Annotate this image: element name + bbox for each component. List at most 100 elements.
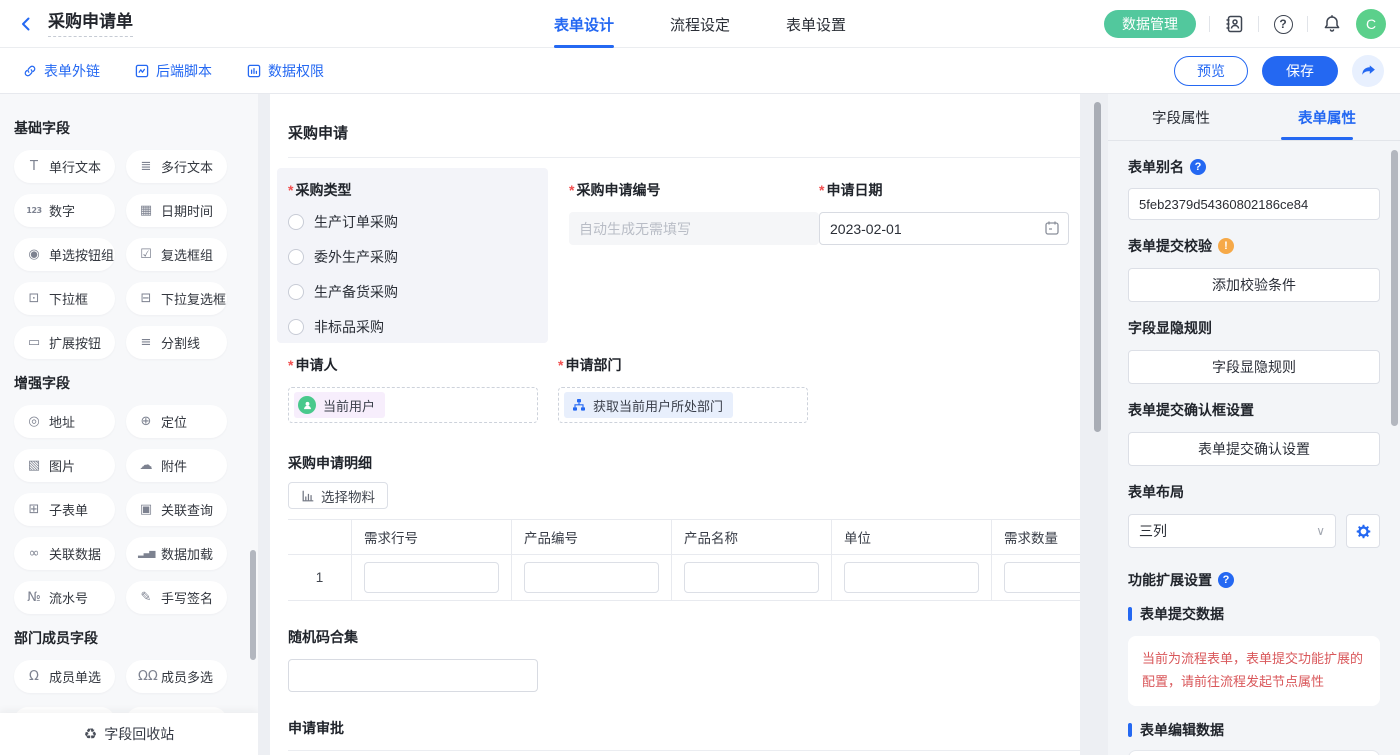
radio-option[interactable]: 生产订单采购: [288, 212, 537, 232]
column-header: 单位: [832, 520, 992, 554]
help-icon[interactable]: ?: [1272, 13, 1294, 35]
sidebar-item[interactable]: ≣多行文本: [126, 150, 227, 183]
table-cell: [832, 555, 992, 600]
preview-button[interactable]: 预览: [1174, 56, 1248, 86]
share-button[interactable]: [1352, 55, 1384, 87]
warning-badge-icon[interactable]: !: [1218, 238, 1234, 254]
field-random-code[interactable]: 随机码合集: [288, 627, 1080, 692]
sidebar-scrollbar[interactable]: [250, 550, 256, 660]
submit-data-subheader: 表单提交数据: [1128, 604, 1380, 624]
add-validation-button[interactable]: 添加校验条件: [1128, 268, 1380, 302]
cell-input[interactable]: [1004, 562, 1080, 593]
row-number-cell: 1: [288, 555, 352, 600]
sidebar-item-label: 数字: [49, 201, 75, 220]
field-department[interactable]: *申请部门 获取当前用户所处部门: [558, 355, 808, 423]
help-badge-icon[interactable]: ?: [1190, 159, 1206, 175]
sidebar-item[interactable]: ☑复选框组: [126, 238, 227, 271]
cell-input[interactable]: [364, 562, 499, 593]
sidebar-item[interactable]: T 单行文本: [14, 150, 115, 183]
backend-script-icon: [134, 63, 150, 79]
radio-circle-icon[interactable]: [288, 214, 304, 230]
cell-input[interactable]: [524, 562, 659, 593]
data-permission-button[interactable]: 数据权限: [246, 61, 324, 81]
field-purchase-type[interactable]: *采购类型 生产订单采购委外生产采购生产备货采购非标品采购: [277, 168, 548, 343]
cell-input[interactable]: [844, 562, 979, 593]
sidebar-item[interactable]: ☁附件: [126, 449, 227, 482]
form-design-canvas[interactable]: 采购申请 *采购类型 生产订单采购委外生产采购生产备货采购非标品采购 *采购申请…: [270, 94, 1080, 755]
cell-input[interactable]: [684, 562, 819, 593]
sidebar-item[interactable]: ◉单选按钮组: [14, 238, 115, 271]
title-edit-underline: [48, 36, 133, 37]
back-button[interactable]: [8, 6, 44, 42]
department-picker[interactable]: 获取当前用户所处部门: [558, 387, 808, 423]
field-pill-grid: ◎地址 ⊕定位 ▧图片 ☁附件 ⊞子表单 ▣关联查询 ∞关联数据 ▂▄▆数据加载 №流水号 ✎手写…: [14, 405, 244, 614]
user-avatar[interactable]: C: [1356, 9, 1386, 39]
sidebar-item[interactable]: ▧图片: [14, 449, 115, 482]
radio-circle-icon[interactable]: [288, 319, 304, 335]
address-book-icon[interactable]: [1223, 13, 1245, 35]
checkbox-group-icon: ☑: [138, 247, 154, 262]
sidebar-item[interactable]: ⊕定位: [126, 405, 227, 438]
canvas-scrollbar[interactable]: [1094, 102, 1101, 432]
visibility-rules-button[interactable]: 字段显隐规则: [1128, 350, 1380, 384]
sidebar-item[interactable]: ◎地址: [14, 405, 115, 438]
sidebar-item[interactable]: ▭扩展按钮: [14, 326, 115, 359]
radio-circle-icon[interactable]: [288, 284, 304, 300]
location-icon: ⊕: [138, 414, 154, 429]
tab-form-properties[interactable]: 表单属性: [1254, 94, 1400, 140]
field-applicant[interactable]: *申请人 当前用户: [288, 355, 538, 423]
single-line-text-icon: T: [26, 159, 42, 174]
calendar-icon[interactable]: [1044, 220, 1060, 236]
save-button[interactable]: 保存: [1262, 56, 1338, 86]
sidebar-group-title: 增强字段: [14, 373, 244, 393]
sidebar-item[interactable]: ΩΩ成员多选: [126, 660, 227, 693]
radio-circle-icon[interactable]: [288, 249, 304, 265]
random-code-input[interactable]: [288, 659, 538, 692]
field-request-no[interactable]: *采购申请编号: [548, 168, 818, 343]
select-material-button[interactable]: 选择物料: [288, 482, 388, 509]
form-alias-input[interactable]: [1128, 188, 1380, 220]
sidebar-item[interactable]: ∞关联数据: [14, 537, 115, 570]
data-permission-icon: [246, 63, 262, 79]
edit-data-subheader: 表单编辑数据: [1128, 720, 1380, 740]
sidebar-item[interactable]: ▂▄▆数据加载: [126, 537, 227, 570]
tab-form-design[interactable]: 表单设计: [554, 0, 614, 48]
form-external-link-button[interactable]: 表单外链: [22, 61, 100, 81]
tab-flow-setting[interactable]: 流程设定: [670, 0, 730, 48]
help-badge-icon[interactable]: ?: [1218, 572, 1234, 588]
sidebar-item[interactable]: 123数字: [14, 194, 115, 227]
radio-option[interactable]: 非标品采购: [288, 317, 537, 337]
radio-option[interactable]: 委外生产采购: [288, 247, 537, 267]
sidebar-item[interactable]: ⊡下拉框: [14, 282, 115, 315]
sidebar-item[interactable]: ▦日期时间: [126, 194, 227, 227]
request-date-input[interactable]: [819, 212, 1069, 245]
tab-form-setting[interactable]: 表单设置: [786, 0, 846, 48]
backend-script-button[interactable]: 后端脚本: [134, 61, 212, 81]
sidebar-item[interactable]: Ω成员单选: [14, 660, 115, 693]
sidebar-item[interactable]: №流水号: [14, 581, 115, 614]
detail-subtable: 需求行号产品编号产品名称单位需求数量1: [288, 519, 1080, 601]
separator: [1258, 16, 1259, 32]
layout-settings-button[interactable]: [1346, 514, 1380, 548]
tab-field-properties[interactable]: 字段属性: [1108, 94, 1254, 140]
sidebar-item[interactable]: ▣关联查询: [126, 493, 227, 526]
data-manage-button[interactable]: 数据管理: [1104, 10, 1196, 38]
field-recycle-bin-button[interactable]: ♻ 字段回收站: [0, 713, 258, 755]
sidebar-item[interactable]: ✎手写签名: [126, 581, 227, 614]
sidebar-item[interactable]: ≡分割线: [126, 326, 227, 359]
form-layout-select[interactable]: 三列 ∨: [1128, 514, 1336, 548]
request-no-input[interactable]: [569, 212, 819, 245]
properties-tabs: 字段属性 表单属性: [1108, 94, 1400, 140]
applicant-picker[interactable]: 当前用户: [288, 387, 538, 423]
sidebar-item[interactable]: ⊟下拉复选框: [126, 282, 227, 315]
sidebar-item-label: 单行文本: [49, 157, 101, 176]
form-title-editor[interactable]: 采购申请单: [48, 11, 133, 37]
field-request-date[interactable]: *申请日期: [818, 168, 1080, 343]
confirm-box-button[interactable]: 表单提交确认设置: [1128, 432, 1380, 466]
radio-option[interactable]: 生产备货采购: [288, 282, 537, 302]
notification-bell-icon[interactable]: [1321, 13, 1343, 35]
form-layout-label: 表单布局: [1128, 482, 1380, 502]
panel-scrollbar[interactable]: [1391, 150, 1398, 426]
sidebar-item[interactable]: ⊞子表单: [14, 493, 115, 526]
section-accent-bar: [1128, 723, 1132, 737]
